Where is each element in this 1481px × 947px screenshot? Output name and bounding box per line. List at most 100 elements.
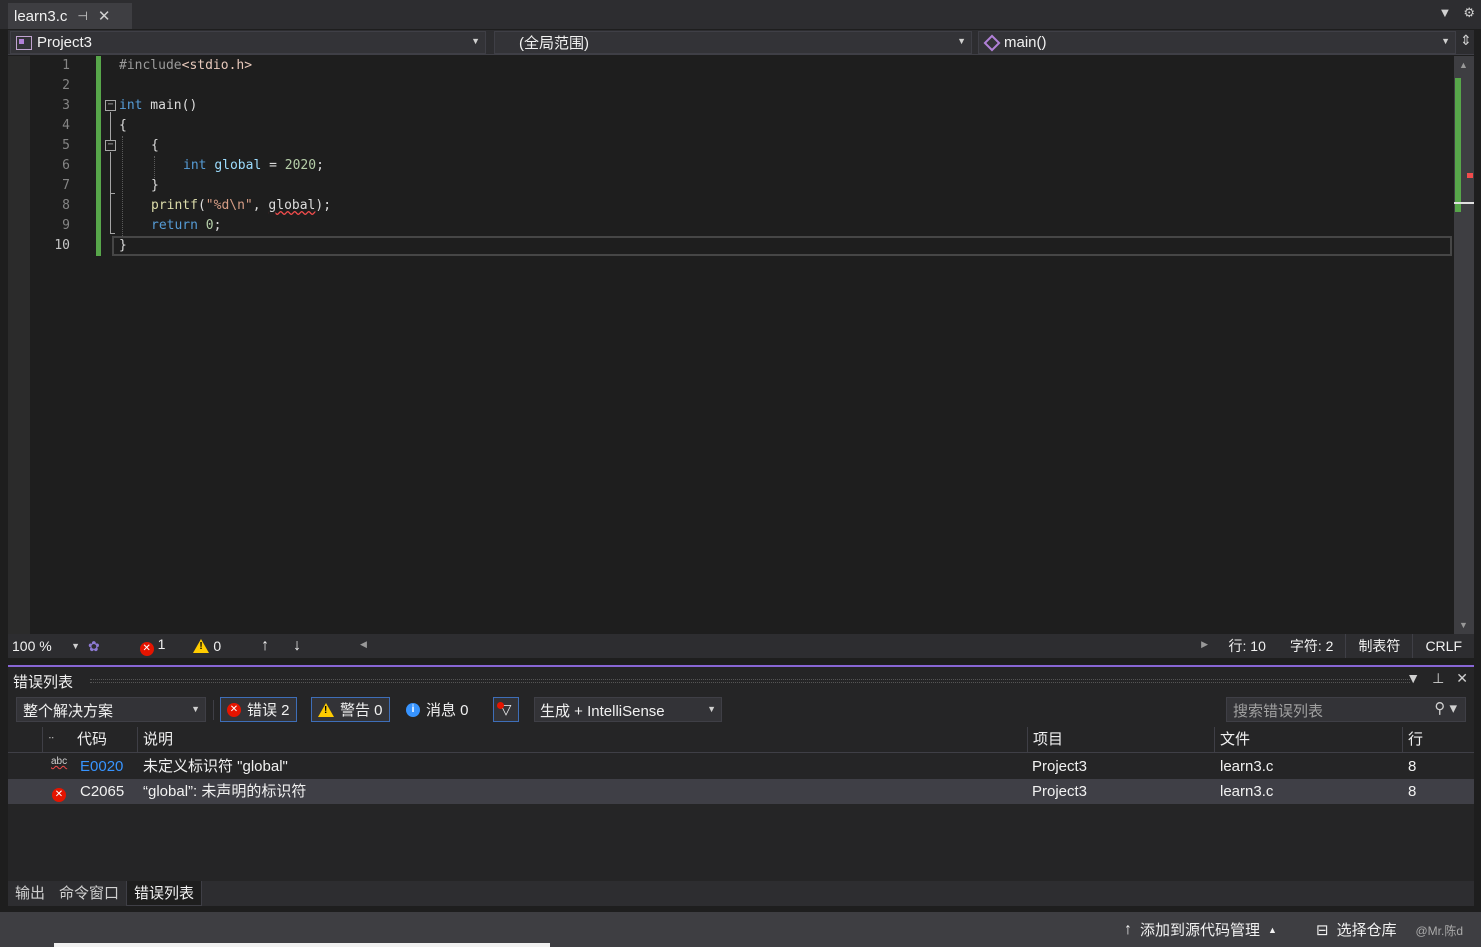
caret-up-icon: ▲ [1268,924,1277,935]
error-icon: ✕ [139,642,154,656]
project-dropdown[interactable]: Project3 ▼ [10,31,486,54]
indent-mode[interactable]: 制表符 [1345,634,1412,658]
column-header-project[interactable]: 项目 [1027,727,1214,753]
arrow-up-icon: ↑ [1124,920,1132,938]
table-row[interactable]: abc E0020 未定义标识符 "global" Project3 learn… [8,754,1474,779]
scope-dropdown[interactable]: (全局范围) ▼ [494,31,972,54]
fold-collapse-icon[interactable]: − [105,140,116,151]
document-tab-learn3[interactable]: learn3.c ⊣ ✕ [8,3,132,29]
code-text[interactable]: #include<stdio.h> int main() { { int glo… [119,56,331,256]
tool-window-tabs: 输出 命令窗口 错误列表 [8,881,1474,906]
change-indicator-bar [96,56,101,256]
next-issue-arrow-icon[interactable]: ↓ [293,637,301,655]
zoom-dropdown[interactable]: 100 % ▼ [8,638,80,654]
tab-title: learn3.c [14,7,68,25]
warning-count-button[interactable]: 0 [193,638,221,654]
error-icon: ✕ [227,702,241,717]
panel-dropdown-icon[interactable]: ▼ [1406,670,1420,687]
fold-line [110,112,111,140]
health-brush-icon[interactable]: ✿ [88,638,100,655]
error-project: Project3 [1032,783,1088,800]
column-header-suppression[interactable]: ⠉ [42,727,72,753]
chevron-down-icon: ▼ [471,36,480,46]
panel-drag-grip[interactable] [90,679,1410,683]
warnings-toggle-button[interactable]: 警告 0 [311,697,390,722]
close-icon[interactable]: ✕ [98,7,111,25]
code-line-10: } [119,238,127,253]
error-project: Project3 [1032,758,1088,775]
scope-filter-dropdown[interactable]: 整个解决方案 ▼ [16,697,206,722]
intellisense-abc-icon: abc [51,756,68,767]
member-label: main() [1004,34,1047,51]
scroll-up-icon[interactable]: ▲ [1459,60,1468,70]
scroll-right-icon[interactable]: ▶ [1201,639,1208,650]
column-header-icon[interactable] [8,727,42,753]
warning-icon [193,639,210,653]
project-icon [16,35,32,50]
select-repository-button[interactable]: ⊟ 选择仓库 [1316,919,1397,940]
vertical-scrollbar[interactable]: ▲ ▼ [1454,56,1474,634]
previous-issue-arrow-icon[interactable]: ↑ [261,637,269,655]
function-cube-icon [983,34,1001,51]
close-icon[interactable]: ✕ [1456,670,1468,687]
pin-icon[interactable]: ⊥ [1432,670,1444,687]
fold-collapse-icon[interactable]: − [105,100,116,111]
search-icon[interactable]: ⚲ ▾ [1434,699,1457,717]
sort-grip-icon: ⠉ [48,736,55,746]
chevron-down-icon: ▼ [71,641,80,651]
line-number-gutter: 1 2 3 4 5 6 7 8 9 10 [30,56,72,256]
fold-line [110,233,115,234]
split-window-icon[interactable]: ⇕ [1458,32,1474,52]
tab-command-window[interactable]: 命令窗口 [52,881,126,906]
horizontal-scrollbar[interactable]: ◀ ▶ [356,634,1212,658]
pin-icon[interactable]: ⊣ [77,9,87,23]
errors-toggle-button[interactable]: ✕ 错误 2 [220,697,297,722]
chevron-down-icon: ▼ [957,36,966,46]
line-number-current: 10 [54,238,70,253]
zoom-level: 100 % [12,638,52,654]
member-dropdown[interactable]: main() ▼ [978,31,1456,54]
scroll-left-icon[interactable]: ◀ [360,639,367,650]
add-to-source-control-button[interactable]: ↑ 添加到源代码管理 ▲ [1124,919,1277,940]
line-number: 6 [62,158,70,173]
line-number: 1 [62,58,70,73]
error-file: learn3.c [1220,758,1274,775]
code-line-7: } [151,178,159,193]
error-list-search-input[interactable]: 搜索错误列表 ⚲ ▾ [1226,697,1466,722]
line-number: 8 [62,198,70,213]
toolbar-separator [213,700,214,720]
settings-icon[interactable]: ⚙ [1463,5,1475,21]
tab-dropdown-icon[interactable]: ▼ [1438,5,1451,21]
line-number: 4 [62,118,70,133]
tab-output[interactable]: 输出 [8,881,52,906]
navigation-bar: Project3 ▼ (全局范围) ▼ main() ▼ ⇕ [8,30,1474,55]
error-count-button[interactable]: ✕ 1 [139,636,165,656]
error-line: 8 [1408,758,1417,775]
char-indicator[interactable]: 字符: 2 [1278,636,1346,656]
change-map-marker [1455,78,1461,212]
error-list-panel: 错误列表 ▼ ⊥ ✕ 整个解决方案 ▼ ✕ 错误 2 警告 0 i 消息 0 ▽… [8,667,1474,881]
error-code[interactable]: C2065 [80,779,124,804]
code-line-5: { [151,138,159,153]
line-indicator[interactable]: 行: 10 [1217,636,1278,656]
error-description: 未定义标识符 "global" [143,758,288,775]
column-header-code[interactable]: 代码 [72,727,137,753]
column-header-file[interactable]: 文件 [1214,727,1402,753]
tab-error-list[interactable]: 错误列表 [126,881,203,906]
error-file: learn3.c [1220,783,1274,800]
table-row-selected[interactable]: ✕ C2065 “global”: 未声明的标识符 Project3 learn… [8,779,1474,804]
scroll-down-icon[interactable]: ▼ [1459,620,1468,630]
line-ending[interactable]: CRLF [1412,634,1474,658]
code-editor[interactable]: 1 2 3 4 5 6 7 8 9 10 − − #include<stdio.… [8,56,1454,634]
messages-toggle-button[interactable]: i 消息 0 [400,697,475,722]
filter-button[interactable]: ▽ [493,697,519,722]
glyph-margin [8,56,30,634]
filter-error-dot [497,702,504,709]
error-code-link[interactable]: E0020 [80,754,123,779]
panel-title: 错误列表 [13,674,74,691]
error-squiggle: global [268,198,316,213]
column-header-line[interactable]: 行 [1402,727,1474,753]
line-number: 3 [62,98,70,113]
build-source-dropdown[interactable]: 生成 + IntelliSense ▼ [534,697,722,722]
column-header-description[interactable]: 说明 [137,727,1027,753]
